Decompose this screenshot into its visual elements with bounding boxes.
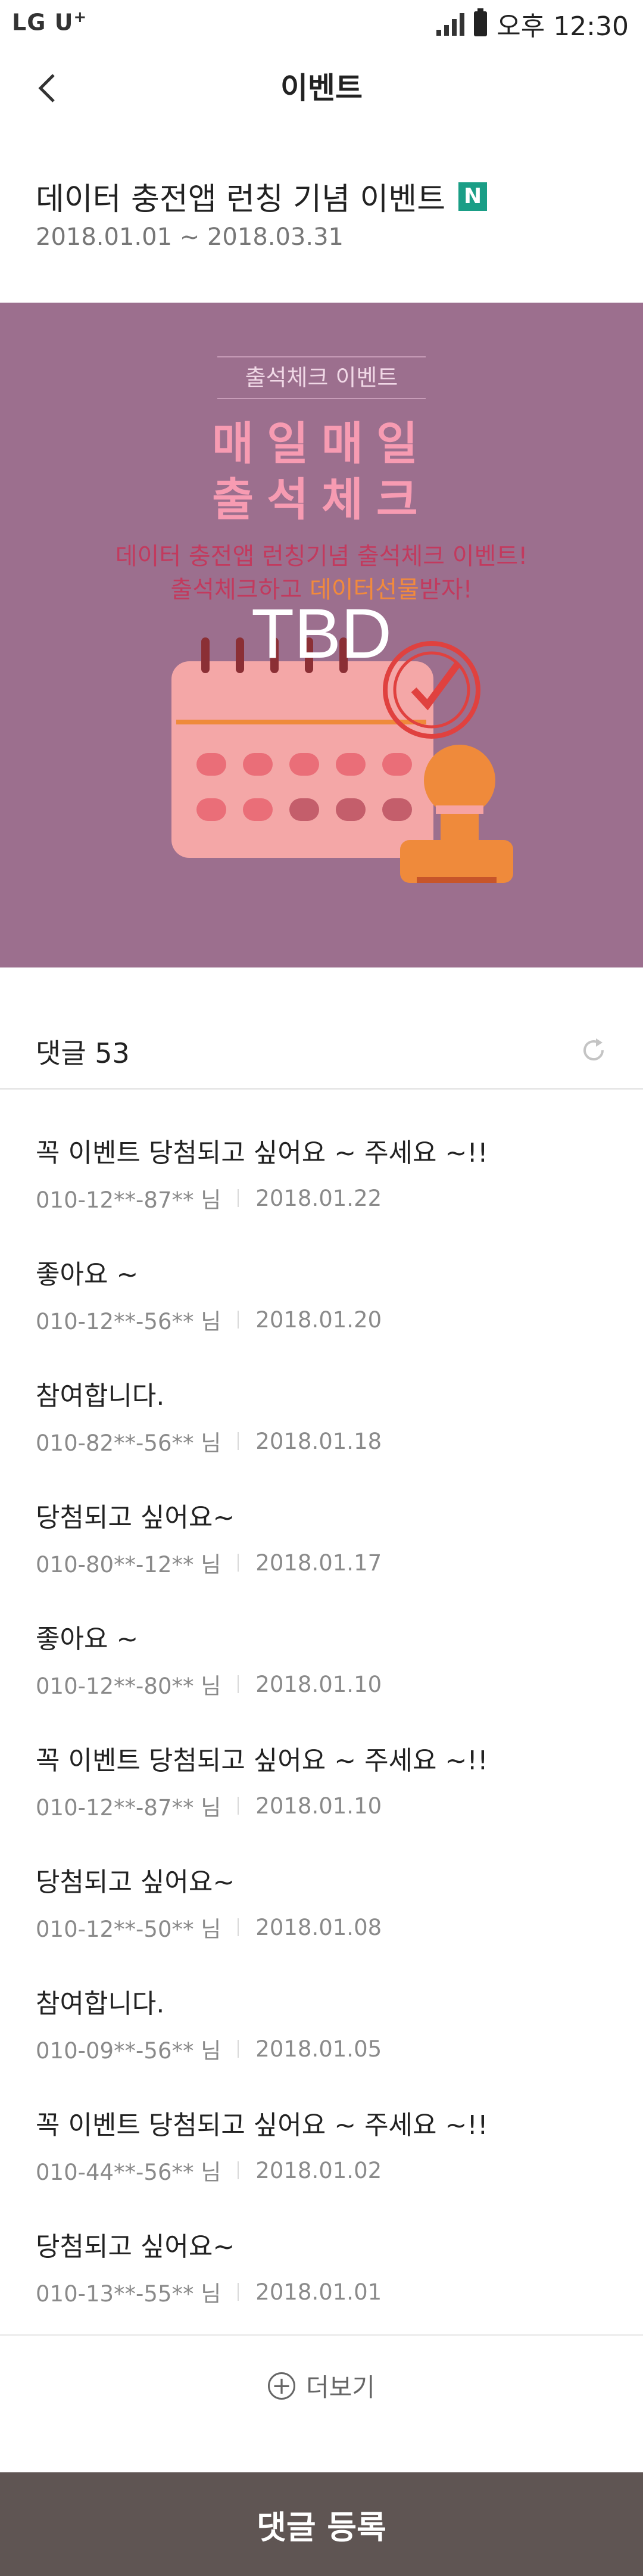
comment-date: 2018.01.02	[255, 2157, 382, 2183]
stamp-base-edge	[417, 877, 497, 883]
submit-comment-button[interactable]: 댓글 등록	[0, 2472, 643, 2576]
comment-user: 010-12**-56** 님	[36, 1309, 221, 1334]
banner-headline-2: 출석체크	[212, 473, 431, 526]
comment-user: 010-82**-56** 님	[36, 1430, 221, 1456]
comment-date: 2018.01.10	[255, 1671, 382, 1697]
more-button[interactable]: + 더보기	[0, 2367, 643, 2404]
comment-item: 좋아요 ~ 010-12**-80** 님 2018.01.10	[36, 1623, 607, 1700]
comment-meta: 010-13**-55** 님 2018.01.01	[36, 2276, 607, 2308]
comment-text: 좋아요 ~	[36, 1259, 139, 1290]
meta-separator	[238, 2161, 239, 2179]
meta-separator	[238, 1189, 239, 1207]
comment-meta: 010-12**-56** 님 2018.01.20	[36, 1303, 607, 1336]
comment-meta: 010-12**-87** 님 2018.01.10	[36, 1790, 607, 1822]
meta-separator	[238, 2040, 239, 2058]
comment-item: 좋아요 ~ 010-12**-56** 님 2018.01.20	[36, 1258, 607, 1336]
status-bar: LG U+ 오후 12:30	[0, 0, 643, 48]
meta-separator	[238, 1554, 239, 1572]
meta-separator	[238, 1918, 239, 1936]
comments-header: 댓글 53	[36, 1032, 130, 1071]
comment-item: 꼭 이벤트 당첨되고 싶어요 ~ 주세요 ~!! 010-12**-87** 님 2…	[36, 1137, 607, 1214]
page-title: 이벤트	[280, 71, 363, 105]
comment-user: 010-12**-80** 님	[36, 1673, 221, 1699]
comment-meta: 010-80**-12** 님 2018.01.17	[36, 1547, 607, 1579]
comment-item: 참여합니다. 010-09**-56** 님 2018.01.05	[36, 1987, 607, 2065]
comments-divider	[0, 1088, 643, 1090]
comment-date: 2018.01.05	[255, 2036, 382, 2062]
comment-user: 010-09**-56** 님	[36, 2038, 221, 2064]
comment-user: 010-13**-55** 님	[36, 2281, 221, 2307]
comment-meta: 010-44**-56** 님 2018.01.02	[36, 2154, 607, 2186]
refresh-icon[interactable]	[580, 1037, 607, 1064]
event-banner: 출석체크 이벤트 매일매일 출석체크 데이터 충전앱 런칭기념 출석체크 이벤트…	[0, 303, 643, 967]
carrier-label: LG U+	[12, 8, 88, 36]
comment-date: 2018.01.22	[255, 1185, 382, 1211]
comment-text: 참여합니다.	[36, 1989, 165, 2019]
comment-date: 2018.01.10	[255, 1793, 382, 1819]
comment-text: 꼭 이벤트 당첨되고 싶어요 ~ 주세요 ~!!	[36, 1138, 488, 1168]
event-title-text: 데이터 충전앱 런칭 기념 이벤트	[36, 182, 446, 217]
comment-user: 010-12**-87** 님	[36, 1187, 221, 1213]
comment-item: 꼭 이벤트 당첨되고 싶어요 ~ 주세요 ~!! 010-12**-87** 님 2…	[36, 1744, 607, 1822]
banner-headline-1: 매일매일	[212, 417, 431, 470]
comment-meta: 010-12**-80** 님 2018.01.10	[36, 1668, 607, 1700]
plus-circle-icon: +	[268, 2372, 296, 2400]
meta-separator	[238, 1311, 239, 1329]
comment-text: 당첨되고 싶어요~	[36, 1867, 235, 1897]
clock: 오후 12:30	[497, 11, 629, 42]
comment-text: 좋아요 ~	[36, 1624, 139, 1654]
comment-date: 2018.01.17	[255, 1550, 382, 1576]
comment-meta: 010-12**-87** 님 2018.01.22	[36, 1182, 607, 1214]
battery-icon	[474, 8, 488, 36]
comment-item: 당첨되고 싶어요~ 010-80**-12** 님 2018.01.17	[36, 1501, 607, 1579]
new-badge: N	[458, 182, 488, 211]
comment-text: 꼭 이벤트 당첨되고 싶어요 ~ 주세요 ~!!	[36, 2110, 488, 2141]
comment-date: 2018.01.01	[255, 2279, 382, 2305]
comment-meta: 010-09**-56** 님 2018.01.05	[36, 2033, 607, 2065]
banner-placeholder-text: TBD	[251, 595, 392, 673]
comment-item: 꼭 이벤트 당첨되고 싶어요 ~ 주세요 ~!! 010-44**-56** 님 2…	[36, 2109, 607, 2186]
status-indicators: 오후 12:30	[436, 6, 629, 42]
comment-meta: 010-82**-56** 님 2018.01.18	[36, 1425, 607, 1457]
comment-text: 당첨되고 싶어요~	[36, 2232, 235, 2262]
comment-user: 010-12**-87** 님	[36, 1795, 221, 1821]
comment-user: 010-12**-50** 님	[36, 1917, 221, 1942]
more-label: 더보기	[306, 2373, 375, 2402]
comment-item: 참여합니다. 010-82**-56** 님 2018.01.18	[36, 1380, 607, 1457]
comment-user: 010-44**-56** 님	[36, 2160, 221, 2185]
comment-item: 당첨되고 싶어요~ 010-12**-50** 님 2018.01.08	[36, 1866, 607, 1943]
comment-text: 참여합니다.	[36, 1381, 165, 1411]
comment-date: 2018.01.18	[255, 1428, 382, 1454]
meta-separator	[238, 2283, 239, 2301]
comment-item: 당첨되고 싶어요~ 010-13**-55** 님 2018.01.01	[36, 2230, 607, 2308]
comments-label: 댓글	[36, 1037, 86, 1069]
comment-text: 당첨되고 싶어요~	[36, 1502, 235, 1533]
event-title: 데이터 충전앱 런칭 기념 이벤트 N	[36, 174, 488, 219]
meta-separator	[238, 1797, 239, 1815]
comment-date: 2018.01.20	[255, 1306, 382, 1333]
comment-text: 꼭 이벤트 당첨되고 싶어요 ~ 주세요 ~!!	[36, 1746, 488, 1776]
banner-headline: 매일매일 출석체크	[0, 416, 643, 528]
banner-tag: 출석체크 이벤트	[217, 356, 426, 399]
event-date-range: 2018.01.01 ~ 2018.03.31	[36, 223, 344, 251]
meta-separator	[238, 1675, 239, 1693]
comment-date: 2018.01.08	[255, 1914, 382, 1940]
signal-icon	[436, 12, 465, 36]
comments-count: 53	[95, 1037, 130, 1069]
banner-sub-1: 데이터 충전앱 런칭기념 출석체크 이벤트!	[115, 543, 528, 570]
stamp-band	[436, 805, 483, 814]
list-bottom-divider	[0, 2334, 643, 2336]
comment-user: 010-80**-12** 님	[36, 1552, 221, 1578]
comment-meta: 010-12**-50** 님 2018.01.08	[36, 1911, 607, 1943]
meta-separator	[238, 1432, 239, 1450]
